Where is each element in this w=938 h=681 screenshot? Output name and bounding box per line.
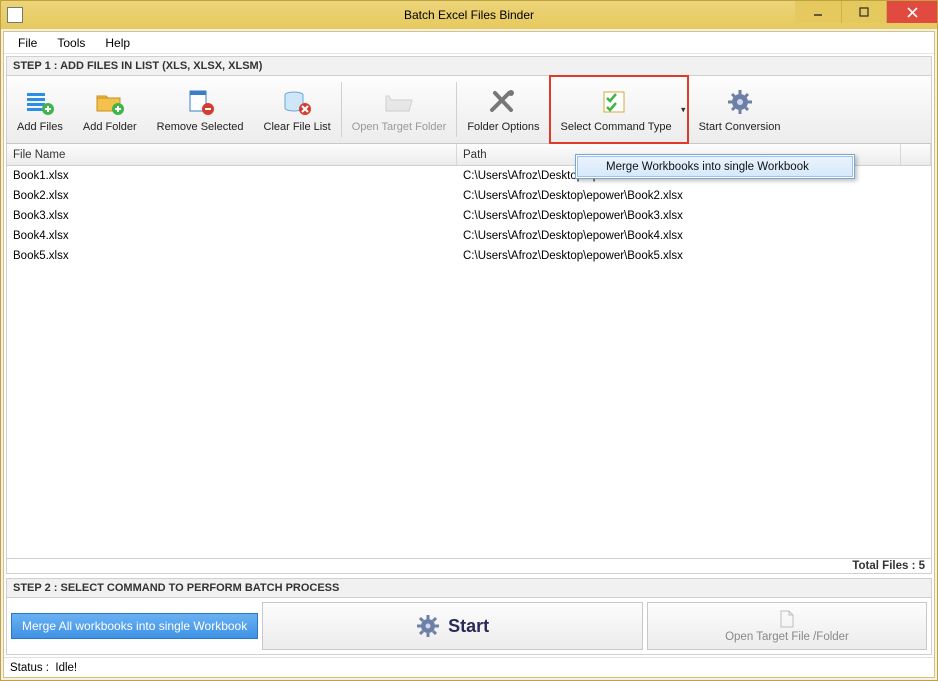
add-files-button[interactable]: Add Files — [7, 76, 73, 143]
clear-file-list-button[interactable]: Clear File List — [254, 76, 341, 143]
folder-options-label: Folder Options — [467, 121, 539, 133]
checklist-icon — [599, 87, 633, 117]
open-target-folder-button[interactable]: Open Target Folder — [342, 76, 457, 143]
dropdown-item-merge-workbooks[interactable]: Merge Workbooks into single Workbook — [577, 156, 853, 177]
minimize-icon — [813, 7, 823, 17]
cell-filename: Book5.xlsx — [7, 250, 457, 262]
selected-command-label[interactable]: Merge All workbooks into single Workbook — [11, 613, 258, 639]
statusbar: Status : Idle! — [4, 657, 934, 677]
open-target-folder-label: Open Target Folder — [352, 121, 447, 133]
grid-body: Book1.xlsx C:\Users\Afroz\Desktop\epower… — [7, 166, 931, 266]
add-folder-button[interactable]: Add Folder — [73, 76, 147, 143]
cell-path: C:\Users\Afroz\Desktop\epower\Book3.xlsx — [457, 210, 931, 222]
folder-open-icon — [382, 87, 416, 117]
start-button-label: Start — [448, 616, 489, 637]
add-files-label: Add Files — [17, 121, 63, 133]
start-conversion-button[interactable]: Start Conversion — [689, 76, 791, 143]
dropdown-arrow-icon: ▾ — [681, 104, 686, 115]
client-area: File Tools Help STEP 1 : ADD FILES IN LI… — [3, 31, 935, 678]
cell-filename: Book4.xlsx — [7, 230, 457, 242]
cell-path: C:\Users\Afroz\Desktop\epower\Book5.xlsx — [457, 250, 931, 262]
cell-filename: Book1.xlsx — [7, 170, 457, 182]
database-clear-icon — [280, 87, 314, 117]
add-folder-label: Add Folder — [83, 121, 137, 133]
folder-add-icon — [93, 87, 127, 117]
file-grid[interactable]: Book1.xlsx C:\Users\Afroz\Desktop\epower… — [7, 166, 931, 558]
step1-header: STEP 1 : ADD FILES IN LIST (XLS, XLSX, X… — [7, 57, 931, 76]
table-row[interactable]: Book4.xlsx C:\Users\Afroz\Desktop\epower… — [7, 226, 931, 246]
file-add-icon — [23, 87, 57, 117]
table-row[interactable]: Book3.xlsx C:\Users\Afroz\Desktop\epower… — [7, 206, 931, 226]
file-remove-icon — [183, 87, 217, 117]
select-command-type-label: Select Command Type — [560, 121, 671, 133]
start-conversion-label: Start Conversion — [699, 121, 781, 133]
tools-icon — [486, 87, 520, 117]
cell-filename: Book2.xlsx — [7, 190, 457, 202]
close-button[interactable] — [887, 1, 937, 23]
col-header-tail — [901, 144, 931, 165]
menu-tools[interactable]: Tools — [49, 34, 93, 52]
menubar: File Tools Help — [4, 32, 934, 54]
remove-selected-label: Remove Selected — [157, 121, 244, 133]
gear-icon — [416, 614, 440, 638]
col-header-filename[interactable]: File Name — [7, 144, 457, 165]
status-value: Idle! — [55, 662, 77, 674]
app-window: Batch Excel Files Binder File Tools Help… — [0, 0, 938, 681]
open-target-file-folder-button[interactable]: Open Target File /Folder — [647, 602, 927, 650]
start-button[interactable]: Start — [262, 602, 643, 650]
close-icon — [907, 7, 918, 18]
menu-file[interactable]: File — [10, 34, 45, 52]
minimize-button[interactable] — [795, 1, 841, 23]
maximize-icon — [859, 7, 869, 17]
cell-path: C:\Users\Afroz\Desktop\epower\Book2.xlsx — [457, 190, 931, 202]
open-target-file-folder-label: Open Target File /Folder — [725, 631, 849, 643]
menu-help[interactable]: Help — [97, 34, 138, 52]
clear-file-list-label: Clear File List — [264, 121, 331, 133]
remove-selected-button[interactable]: Remove Selected — [147, 76, 254, 143]
document-icon — [777, 609, 797, 629]
folder-options-button[interactable]: Folder Options — [457, 76, 549, 143]
status-label: Status : — [10, 662, 49, 674]
cell-filename: Book3.xlsx — [7, 210, 457, 222]
table-row[interactable]: Book2.xlsx C:\Users\Afroz\Desktop\epower… — [7, 186, 931, 206]
total-files-label: Total Files : 5 — [7, 558, 931, 573]
select-command-type-button[interactable]: Select Command Type ▾ — [550, 76, 687, 143]
table-row[interactable]: Book5.xlsx C:\Users\Afroz\Desktop\epower… — [7, 246, 931, 266]
step2-header: STEP 2 : SELECT COMMAND TO PERFORM BATCH… — [7, 579, 931, 598]
gear-icon — [723, 87, 757, 117]
titlebar: Batch Excel Files Binder — [1, 1, 937, 29]
toolbar: Add Files Add Folder — [7, 76, 931, 144]
command-type-dropdown: Merge Workbooks into single Workbook — [575, 154, 855, 179]
maximize-button[interactable] — [841, 1, 887, 23]
step2-group: STEP 2 : SELECT COMMAND TO PERFORM BATCH… — [6, 578, 932, 655]
window-controls — [795, 1, 937, 23]
step1-group: STEP 1 : ADD FILES IN LIST (XLS, XLSX, X… — [6, 56, 932, 574]
step2-body: Merge All workbooks into single Workbook… — [7, 598, 931, 654]
cell-path: C:\Users\Afroz\Desktop\epower\Book4.xlsx — [457, 230, 931, 242]
